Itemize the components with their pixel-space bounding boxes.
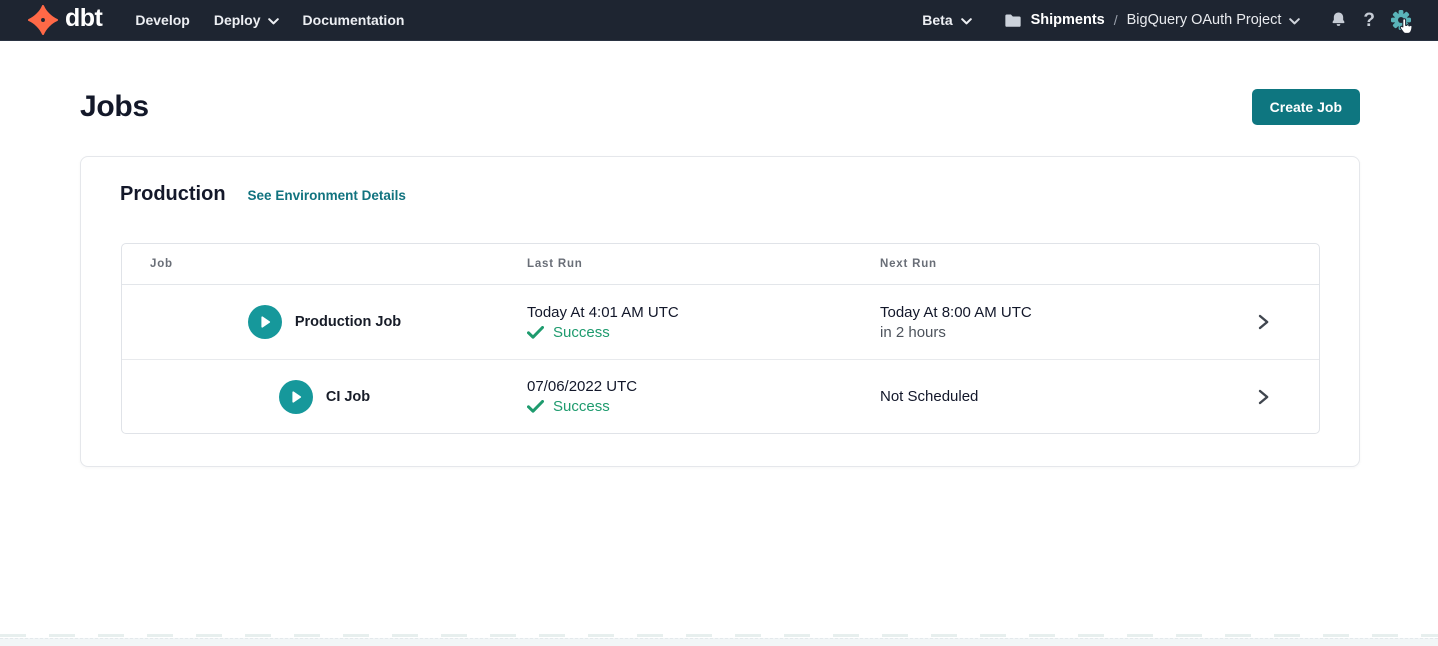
- column-header-last-run: Last Run: [499, 258, 852, 270]
- last-run-cell: Today At 4:01 AM UTC Success: [499, 285, 852, 359]
- top-navbar: dbt Develop Deploy Documentation Beta: [0, 0, 1438, 41]
- job-name: CI Job: [326, 389, 370, 405]
- row-chevron-cell: [1207, 285, 1319, 359]
- nav-items: Develop Deploy Documentation: [135, 12, 404, 28]
- chevron-down-icon: [1289, 18, 1300, 25]
- chevron-down-icon: [961, 18, 972, 25]
- breadcrumb-project-label: BigQuery OAuth Project: [1127, 12, 1282, 28]
- environment-card: Production See Environment Details Job L…: [80, 156, 1360, 467]
- nav-item-develop[interactable]: Develop: [135, 12, 189, 28]
- status-line: Success: [527, 398, 852, 415]
- environment-header: Production See Environment Details: [81, 157, 1359, 206]
- next-run-cell: Today At 8:00 AM UTC in 2 hours: [852, 285, 1207, 359]
- last-run-time: 07/06/2022 UTC: [527, 378, 852, 395]
- column-header-next-run: Next Run: [852, 258, 1207, 270]
- breadcrumb-project-dropdown[interactable]: BigQuery OAuth Project: [1127, 12, 1301, 28]
- nav-item-documentation[interactable]: Documentation: [303, 12, 405, 28]
- nav-right: Beta Shipments / BigQuery OAuth Project: [922, 9, 1412, 31]
- next-run-cell: Not Scheduled: [852, 360, 1207, 433]
- table-row-ci-job[interactable]: CI Job 07/06/2022 UTC Success Not Schedu…: [122, 359, 1319, 433]
- last-run-time: Today At 4:01 AM UTC: [527, 304, 852, 321]
- chevron-right-icon[interactable]: [1257, 314, 1270, 330]
- jobs-table: Job Last Run Next Run Production Job Tod…: [121, 243, 1320, 434]
- next-run-time: Today At 8:00 AM UTC: [880, 304, 1207, 321]
- next-run-relative: in 2 hours: [880, 324, 1207, 341]
- job-cell: Production Job: [122, 285, 499, 359]
- breadcrumb-separator: /: [1114, 12, 1118, 28]
- beta-dropdown[interactable]: Beta: [922, 12, 971, 28]
- page-title: Jobs: [80, 90, 149, 124]
- status-line: Success: [527, 324, 852, 341]
- notifications-bell-icon[interactable]: [1329, 10, 1348, 30]
- page-header: Jobs Create Job: [80, 85, 1360, 129]
- folder-icon: [1004, 13, 1022, 28]
- beta-label: Beta: [922, 12, 952, 28]
- job-cell: CI Job: [122, 360, 499, 433]
- nav-icon-group: ?: [1329, 9, 1412, 31]
- create-job-button[interactable]: Create Job: [1252, 89, 1360, 125]
- next-run-time: Not Scheduled: [880, 388, 1207, 405]
- table-header-row: Job Last Run Next Run: [122, 244, 1319, 285]
- dbt-logo-icon: [28, 5, 58, 35]
- run-job-play-button[interactable]: [248, 305, 282, 339]
- last-run-cell: 07/06/2022 UTC Success: [499, 360, 852, 433]
- dbt-logo[interactable]: dbt: [28, 5, 102, 35]
- row-chevron-cell: [1207, 360, 1319, 433]
- table-row-production-job[interactable]: Production Job Today At 4:01 AM UTC Succ…: [122, 285, 1319, 359]
- settings-gear-icon[interactable]: [1390, 9, 1412, 31]
- job-name: Production Job: [295, 314, 401, 330]
- dbt-logo-text: dbt: [65, 6, 102, 34]
- status-badge: Success: [553, 324, 610, 341]
- nav-item-label: Documentation: [303, 12, 405, 28]
- nav-item-deploy[interactable]: Deploy: [214, 12, 279, 28]
- breadcrumb: Shipments / BigQuery OAuth Project: [1004, 12, 1301, 28]
- help-icon[interactable]: ?: [1363, 11, 1375, 30]
- environment-name: Production: [120, 183, 226, 206]
- breadcrumb-account[interactable]: Shipments: [1031, 12, 1105, 28]
- bottom-dashed-divider: [0, 634, 1438, 637]
- nav-item-label: Develop: [135, 12, 189, 28]
- chevron-down-icon: [268, 18, 279, 25]
- success-check-icon: [527, 400, 544, 413]
- status-badge: Success: [553, 398, 610, 415]
- success-check-icon: [527, 326, 544, 339]
- run-job-play-button[interactable]: [279, 380, 313, 414]
- chevron-right-icon[interactable]: [1257, 389, 1270, 405]
- column-header-job: Job: [122, 258, 499, 270]
- nav-left: dbt Develop Deploy Documentation: [28, 5, 404, 35]
- see-environment-details-link[interactable]: See Environment Details: [248, 188, 406, 203]
- bottom-strip: [0, 638, 1438, 646]
- mouse-cursor-icon: [1397, 18, 1412, 40]
- nav-item-label: Deploy: [214, 12, 261, 28]
